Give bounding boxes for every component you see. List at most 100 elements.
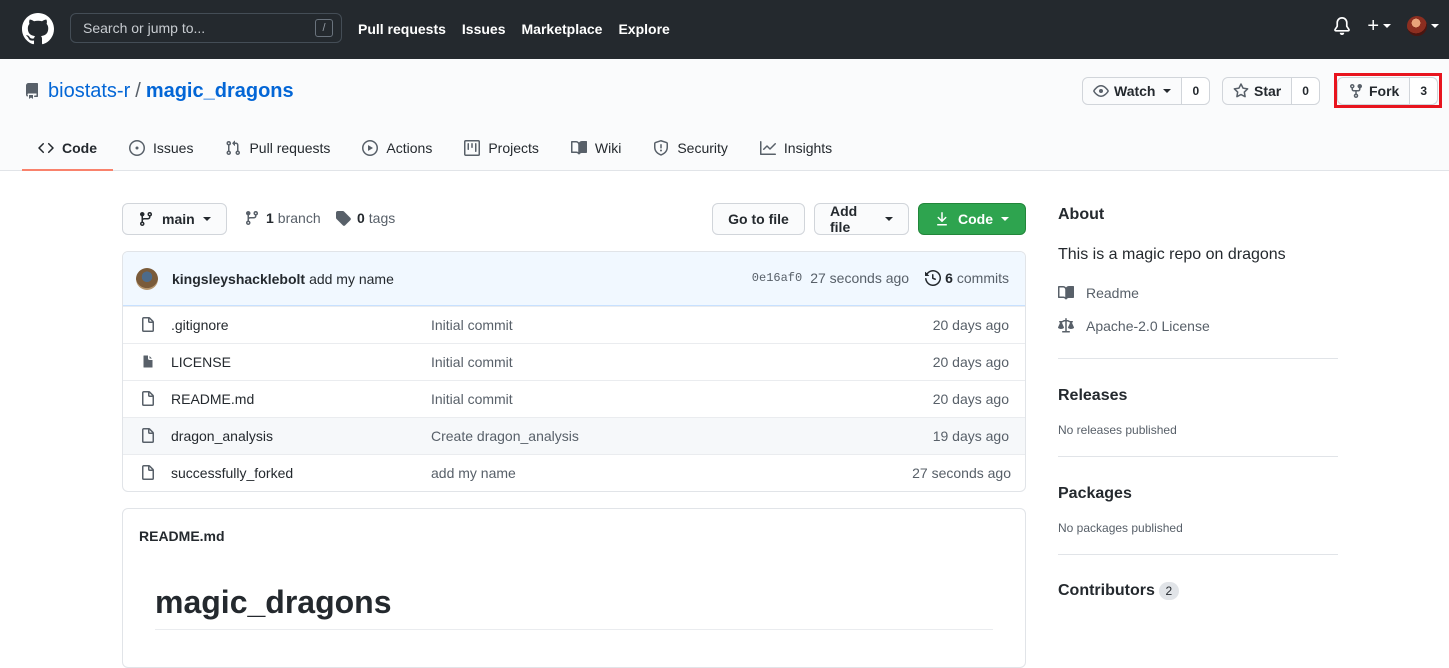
nav-marketplace[interactable]: Marketplace xyxy=(522,19,603,39)
tags-link[interactable]: 0 tags xyxy=(335,210,395,226)
tab-label: Issues xyxy=(153,140,194,156)
table-row[interactable]: LICENSE Initial commit 20 days ago xyxy=(123,343,1025,380)
file-name-link[interactable]: .gitignore xyxy=(171,317,229,333)
user-menu[interactable] xyxy=(1407,16,1439,36)
contributors-count-badge: 2 xyxy=(1158,581,1179,600)
branch-name: main xyxy=(162,211,195,227)
commit-sha-link[interactable]: 0e16af0 xyxy=(752,271,802,285)
branch-icon xyxy=(245,211,258,226)
branches-link[interactable]: 1 branch xyxy=(244,210,321,226)
readme-heading: magic_dragons xyxy=(155,584,392,620)
nav-issues[interactable]: Issues xyxy=(462,19,506,39)
branch-count: 1 xyxy=(266,210,274,226)
star-icon xyxy=(1233,83,1249,98)
nav-pull-requests[interactable]: Pull requests xyxy=(358,19,446,39)
branch-select-button[interactable]: main xyxy=(122,203,227,235)
tab-security[interactable]: Security xyxy=(637,125,744,171)
eye-icon xyxy=(1093,85,1109,97)
tab-insights[interactable]: Insights xyxy=(744,125,848,171)
tab-label: Projects xyxy=(488,140,539,156)
file-name-link[interactable]: dragon_analysis xyxy=(171,428,273,444)
file-name-link[interactable]: README.md xyxy=(171,391,254,407)
code-icon xyxy=(38,142,54,154)
packages-text: No packages published xyxy=(1058,521,1183,535)
header-right: + xyxy=(1333,16,1439,36)
tab-label: Pull requests xyxy=(249,140,331,156)
watch-count[interactable]: 0 xyxy=(1182,78,1210,104)
star-button[interactable]: Star xyxy=(1223,78,1293,104)
tab-label: Actions xyxy=(386,140,433,156)
avatar[interactable] xyxy=(136,267,158,290)
table-row[interactable]: dragon_analysis Create dragon_analysis 1… xyxy=(123,417,1025,454)
tab-code[interactable]: Code xyxy=(22,125,113,171)
releases-title[interactable]: Releases xyxy=(1058,386,1338,406)
code-download-button[interactable]: Code xyxy=(918,203,1026,235)
about-title: About xyxy=(1058,206,1105,223)
repo-name-link[interactable]: magic_dragons xyxy=(146,78,294,104)
tab-actions[interactable]: Actions xyxy=(346,125,448,171)
tag-label: tags xyxy=(368,210,396,226)
global-nav: Pull requests Issues Marketplace Explore xyxy=(358,19,686,39)
commit-message-link[interactable]: add my name xyxy=(309,271,394,287)
license-link[interactable]: Apache-2.0 License xyxy=(1058,318,1338,334)
chevron-down-icon xyxy=(1431,24,1439,28)
packages-title[interactable]: Packages xyxy=(1058,484,1338,504)
file-name-link[interactable]: LICENSE xyxy=(171,354,231,370)
star-count[interactable]: 0 xyxy=(1292,78,1319,104)
repo-sidebar: About This is a magic repo on dragons Re… xyxy=(1058,205,1338,601)
create-new-menu[interactable]: + xyxy=(1367,16,1391,36)
readme-link-label: Readme xyxy=(1086,285,1139,301)
file-commit-message[interactable]: Create dragon_analysis xyxy=(431,428,579,444)
file-icon xyxy=(142,465,154,480)
readme-filename[interactable]: README.md xyxy=(123,509,1025,563)
add-file-button[interactable]: Add file xyxy=(814,203,909,235)
divider xyxy=(1058,554,1338,555)
file-icon xyxy=(142,355,153,368)
nav-explore[interactable]: Explore xyxy=(618,19,669,39)
star-label: Star xyxy=(1254,83,1282,99)
tab-projects[interactable]: Projects xyxy=(448,125,555,171)
search-placeholder: Search or jump to... xyxy=(83,20,206,36)
divider xyxy=(1058,456,1338,457)
fork-highlight-box xyxy=(1334,73,1442,108)
shield-icon xyxy=(654,140,669,156)
add-file-label: Add file xyxy=(830,203,858,235)
file-age: 27 seconds ago xyxy=(912,465,1011,481)
repo-owner-link[interactable]: biostats-r xyxy=(48,78,130,104)
download-icon xyxy=(937,212,947,226)
tab-pull-requests[interactable]: Pull requests xyxy=(209,125,346,171)
file-age: 19 days ago xyxy=(932,428,1009,444)
file-navigation: main 1 branch 0 tags Go to file Add file… xyxy=(122,203,1026,235)
readme-link[interactable]: Readme xyxy=(1058,285,1338,301)
table-row[interactable]: .gitignore Initial commit 20 days ago xyxy=(123,306,1025,343)
file-commit-message[interactable]: Initial commit xyxy=(431,354,513,370)
branch-label: branch xyxy=(277,210,321,226)
bell-icon[interactable] xyxy=(1333,16,1351,36)
file-commit-message[interactable]: Initial commit xyxy=(431,317,513,333)
go-to-file-button[interactable]: Go to file xyxy=(712,203,805,235)
tab-wiki[interactable]: Wiki xyxy=(555,125,637,171)
commit-count: 6 xyxy=(945,270,953,286)
commits-history-link[interactable]: 6 commits xyxy=(925,270,1009,286)
file-name-link[interactable]: successfully_forked xyxy=(171,465,293,481)
watch-button[interactable]: Watch xyxy=(1083,78,1183,104)
star-group: Star 0 xyxy=(1222,77,1320,105)
file-commit-message[interactable]: Initial commit xyxy=(431,391,513,407)
table-row[interactable]: successfully_forked add my name 27 secon… xyxy=(123,454,1025,491)
law-icon xyxy=(1058,318,1074,333)
file-icon xyxy=(142,391,154,406)
file-commit-message[interactable]: add my name xyxy=(431,465,516,481)
commit-count-label: commits xyxy=(956,270,1009,286)
latest-commit: kingsleyshacklebolt add my name 0e16af0 … xyxy=(123,252,1025,306)
branch-icon xyxy=(139,212,152,227)
watch-group: Watch 0 xyxy=(1082,77,1211,105)
contributors-heading[interactable]: Contributors 2 xyxy=(1058,581,1338,601)
github-logo-icon[interactable] xyxy=(22,13,54,45)
chevron-down-icon xyxy=(202,217,211,221)
tab-issues[interactable]: Issues xyxy=(113,125,209,171)
watch-label: Watch xyxy=(1114,83,1156,99)
global-search-input[interactable]: Search or jump to... / xyxy=(70,13,342,43)
table-row[interactable]: README.md Initial commit 20 days ago xyxy=(123,380,1025,417)
license-link-label: Apache-2.0 License xyxy=(1086,318,1210,334)
commit-author-link[interactable]: kingsleyshacklebolt xyxy=(172,271,305,287)
